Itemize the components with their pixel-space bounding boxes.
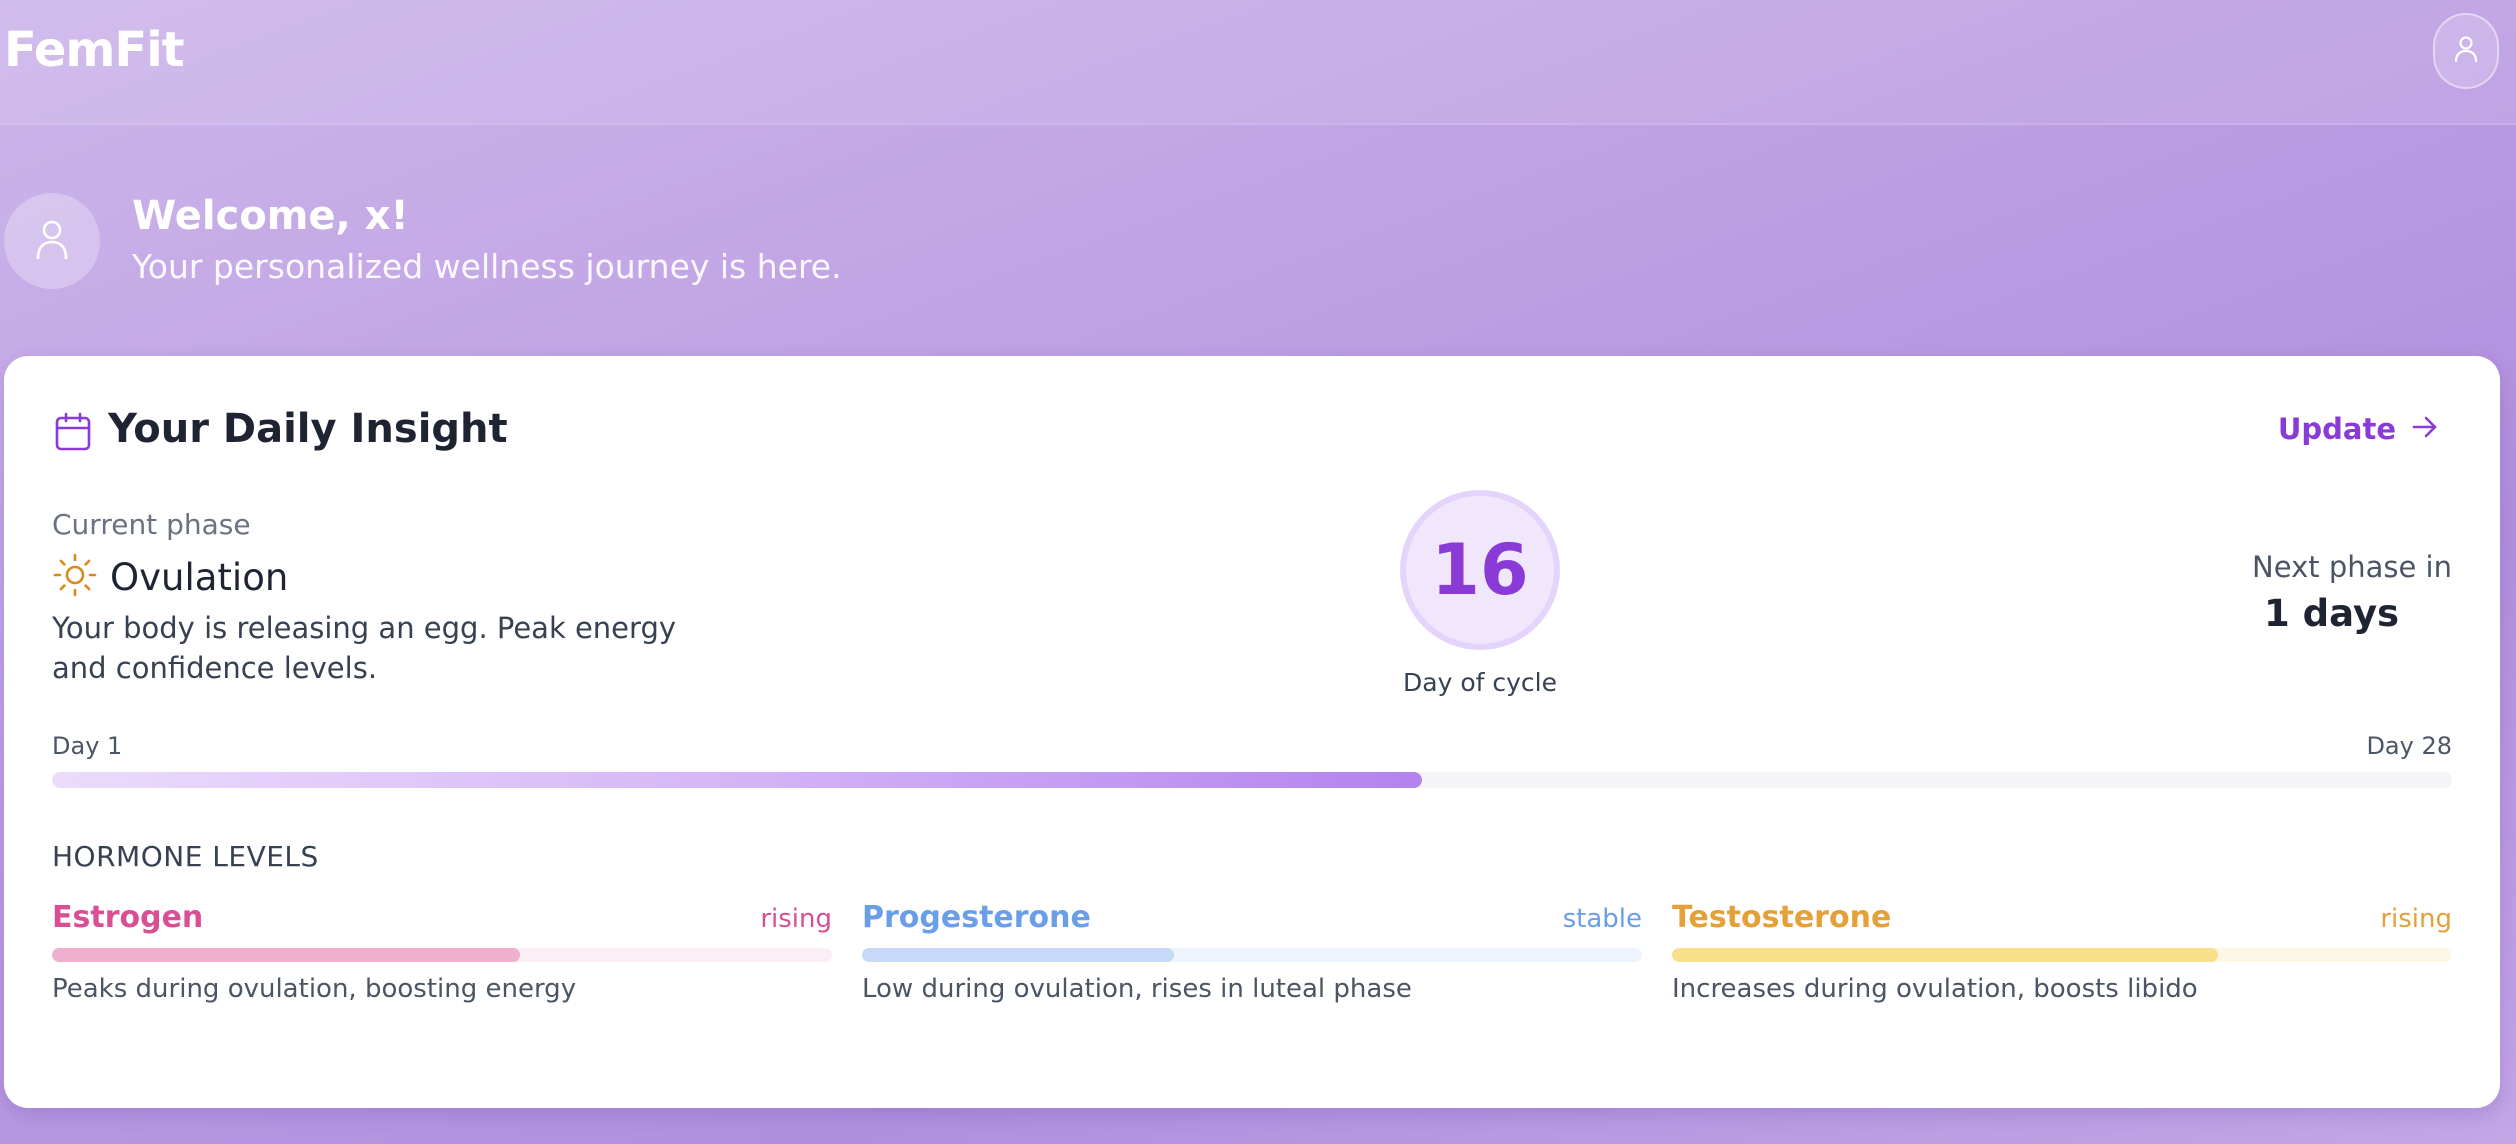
hormone-name: Testosterone <box>1672 900 1892 935</box>
avatar <box>4 193 100 289</box>
hormone-description: Increases during ovulation, boosts libid… <box>1672 974 2198 1004</box>
daily-insight-card: Your Daily Insight Update Current phase <box>4 356 2500 1108</box>
phase-row: Ovulation <box>52 552 288 602</box>
top-navbar: FemFit <box>0 0 2516 125</box>
hormone-description: Peaks during ovulation, boosting energy <box>52 974 577 1004</box>
hormone-level-fill <box>52 948 520 962</box>
hormone-trend: stable <box>1562 904 1642 934</box>
hormone-trend: rising <box>760 904 832 934</box>
hormone-testosterone: Testosterone rising Increases during ovu… <box>1672 900 2452 1020</box>
welcome-section: Welcome, x! Your personalized wellness j… <box>4 193 1404 293</box>
hormone-level-bar <box>52 948 832 962</box>
card-title: Your Daily Insight <box>108 406 508 452</box>
welcome-title: Welcome, x! <box>132 193 409 239</box>
phase-label: Current phase <box>52 508 251 541</box>
hormone-level-fill <box>1672 948 2218 962</box>
hormone-description: Low during ovulation, rises in luteal ph… <box>862 974 1412 1004</box>
hormone-name: Progesterone <box>862 900 1091 935</box>
phase-name: Ovulation <box>110 555 289 599</box>
hormone-name: Estrogen <box>52 900 204 935</box>
cycle-progress-fill <box>52 772 1423 788</box>
hormone-progesterone: Progesterone stable Low during ovulation… <box>862 900 1642 1020</box>
hormone-level-fill <box>862 948 1174 962</box>
cycle-day-label: Day of cycle <box>1403 668 1557 697</box>
profile-button[interactable] <box>2433 13 2499 89</box>
sun-icon <box>52 552 98 602</box>
hormone-levels-heading: HORMONE LEVELS <box>52 840 319 873</box>
cycle-end-label: Day 28 <box>2366 732 2452 760</box>
hormone-estrogen: Estrogen rising Peaks during ovulation, … <box>52 900 832 1020</box>
update-label: Update <box>2277 412 2396 446</box>
cycle-day-circle: 16 <box>1400 490 1560 650</box>
next-phase-value: 1 days <box>2264 592 2400 635</box>
update-button[interactable]: Update <box>2278 412 2438 446</box>
cycle-day-number: 16 <box>1431 529 1529 611</box>
hormone-level-bar <box>1672 948 2452 962</box>
calendar-icon <box>54 412 92 456</box>
user-icon <box>2453 35 2479 67</box>
cycle-progress-bar <box>52 772 2452 788</box>
arrow-right-icon <box>2412 412 2438 446</box>
next-phase-label: Next phase in <box>2252 550 2452 584</box>
hormone-trend: rising <box>2380 904 2452 934</box>
hormone-level-bar <box>862 948 1642 962</box>
welcome-subtitle: Your personalized wellness journey is he… <box>132 247 842 286</box>
cycle-start-label: Day 1 <box>52 732 123 760</box>
user-icon <box>35 218 69 264</box>
phase-description: Your body is releasing an egg. Peak ener… <box>52 611 677 685</box>
app-logo[interactable]: FemFit <box>4 22 185 78</box>
